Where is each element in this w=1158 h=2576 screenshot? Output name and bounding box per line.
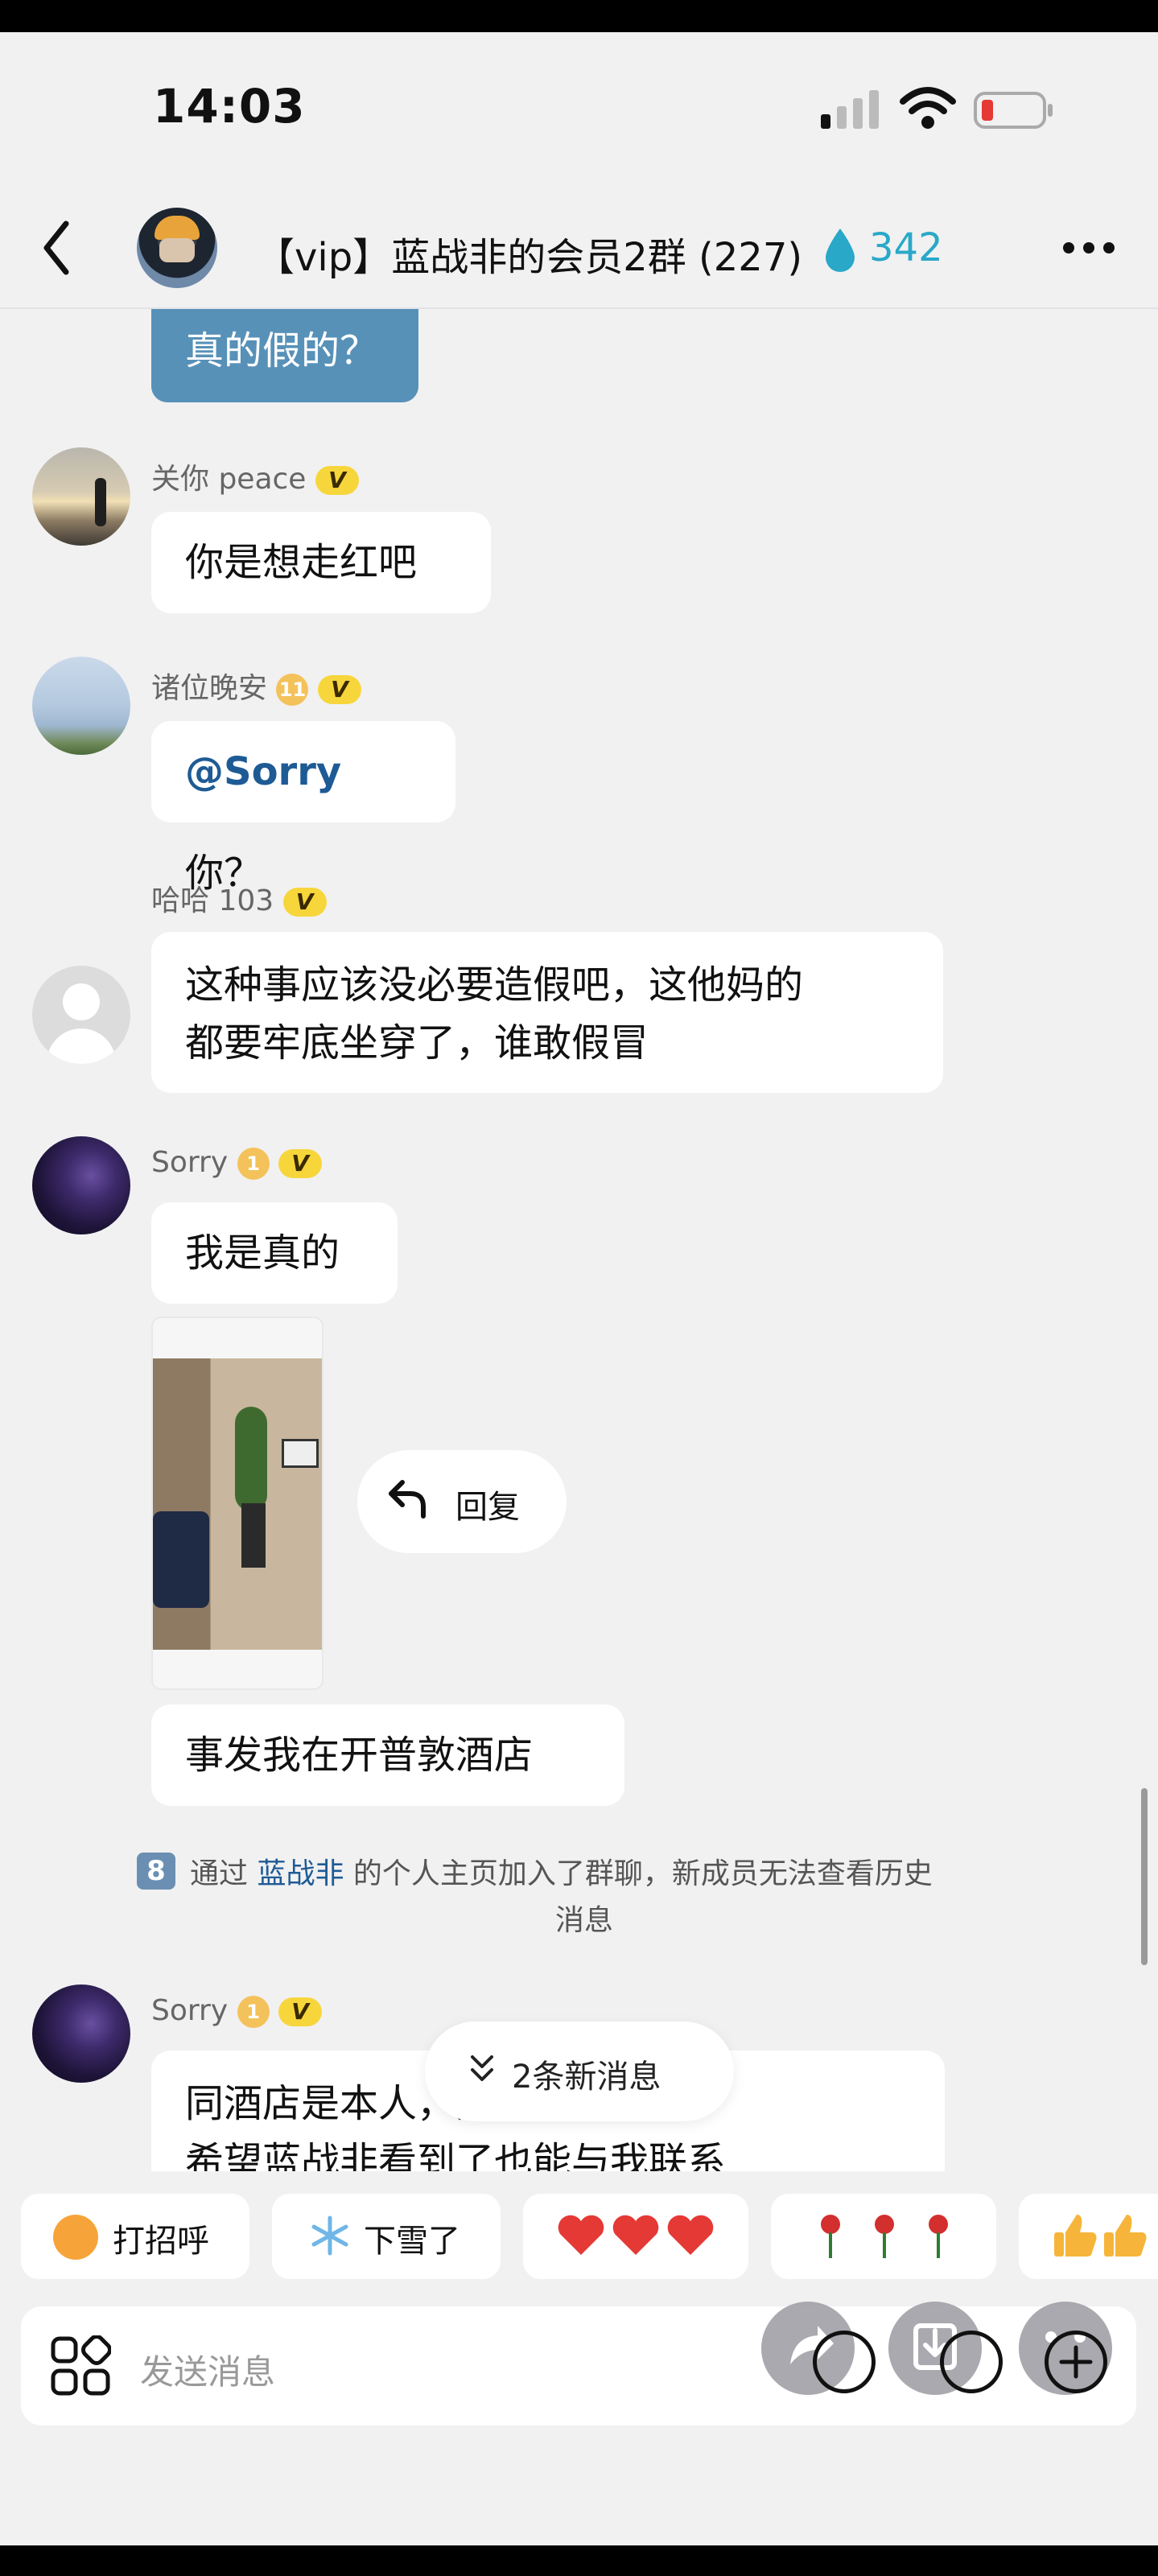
chip-label: 打招呼	[113, 2223, 209, 2260]
level-badge: 1	[237, 1996, 270, 2028]
message-text: 我是真的	[185, 1230, 340, 1276]
vip-badge: V	[278, 1997, 323, 2026]
avatar[interactable]	[32, 657, 130, 755]
voice-icon[interactable]	[813, 2331, 876, 2393]
snowflake-emoji-icon	[311, 2215, 348, 2256]
message-text: 你是想走红吧	[185, 540, 418, 585]
smile-emoji-icon	[53, 2215, 98, 2260]
wifi-icon	[900, 87, 956, 129]
plus-sign-icon	[1059, 2345, 1093, 2379]
avatar[interactable]	[32, 1136, 130, 1234]
message-bubble[interactable]: 这种事应该没必要造假吧，这他妈的 都要牢底坐穿了，谁敢假冒	[151, 932, 943, 1093]
water-drop-icon	[826, 229, 855, 272]
message-input-placeholder[interactable]: 发送消息	[140, 2345, 275, 2394]
apps-grid-icon[interactable]	[50, 2335, 111, 2397]
sender-name: 哈哈 103 V	[151, 877, 327, 919]
profile-link[interactable]: 蓝战非	[257, 1857, 344, 1890]
chip-label: 下雪了	[364, 2223, 460, 2260]
message-text: 事发我在开普敦酒店	[185, 1733, 534, 1778]
sender-name: Sorry 1 V	[151, 1146, 323, 1180]
avatar[interactable]	[32, 966, 130, 1064]
message-text-line: 这种事应该没必要造假吧，这他妈的	[185, 962, 804, 1008]
group-title[interactable]: 【vip】蓝战非的会员2群 (227)	[256, 225, 802, 282]
member-number-badge: 8	[137, 1853, 175, 1890]
vip-badge: V	[282, 888, 327, 917]
avatar[interactable]	[32, 447, 130, 546]
more-options-icon[interactable]	[1061, 238, 1117, 258]
battery-icon	[974, 92, 1053, 129]
message-bubble[interactable]: 真的假的？	[151, 309, 418, 402]
message-bubble[interactable]: @Sorry 你？	[151, 721, 455, 896]
status-time: 14:03	[153, 79, 306, 134]
double-chevron-down-icon[interactable]	[468, 2054, 496, 2084]
back-arrow-icon[interactable]	[40, 219, 72, 277]
thumbs-up-emoji-icon	[1054, 2215, 1147, 2257]
hearts-emoji-icon	[558, 2215, 714, 2255]
level-badge: 1	[237, 1148, 270, 1180]
avatar[interactable]	[32, 1985, 130, 2083]
bottom-edge	[0, 2545, 1158, 2576]
vip-badge: V	[278, 1149, 323, 1178]
roses-emoji-icon	[821, 2215, 948, 2258]
image-message[interactable]	[151, 1317, 323, 1690]
bubble-clip	[0, 2171, 1158, 2184]
sender-name: 诸位晚安 11 V	[151, 665, 361, 707]
emoji-icon[interactable]	[940, 2331, 1003, 2393]
reply-label[interactable]: 回复	[455, 1481, 520, 1527]
system-notice: 通过 蓝战非 的个人主页加入了群聊，新成员无法查看历史 消息	[190, 1857, 933, 1937]
reply-arrow-icon[interactable]	[386, 1478, 431, 1519]
signal-icon	[821, 90, 879, 129]
message-bubble[interactable]: 事发我在开普敦酒店	[151, 1704, 624, 1806]
level-badge: 11	[276, 674, 309, 706]
message-bubble[interactable]: 我是真的	[151, 1202, 398, 1304]
message-text-line: 希望蓝战非看到了也能与我联系	[185, 2139, 727, 2171]
group-avatar[interactable]	[137, 208, 217, 288]
scrollbar-thumb[interactable]	[1141, 1788, 1148, 1965]
sender-name: 关你 peace V	[151, 455, 359, 497]
sender-name: Sorry 1 V	[151, 1994, 323, 2028]
vip-badge: V	[317, 675, 361, 704]
message-bubble[interactable]: 你是想走红吧	[151, 512, 491, 613]
mention-link[interactable]: @Sorry	[185, 749, 341, 794]
new-messages-label[interactable]: 2条新消息	[512, 2050, 661, 2097]
message-text: 真的假的？	[185, 328, 379, 373]
group-heat-count: 342	[869, 225, 943, 270]
plus-icon[interactable]	[1045, 2331, 1107, 2393]
vip-badge: V	[315, 466, 359, 495]
message-text-line: 都要牢底坐穿了，谁敢假冒	[185, 1020, 649, 1065]
top-edge	[0, 0, 1158, 32]
